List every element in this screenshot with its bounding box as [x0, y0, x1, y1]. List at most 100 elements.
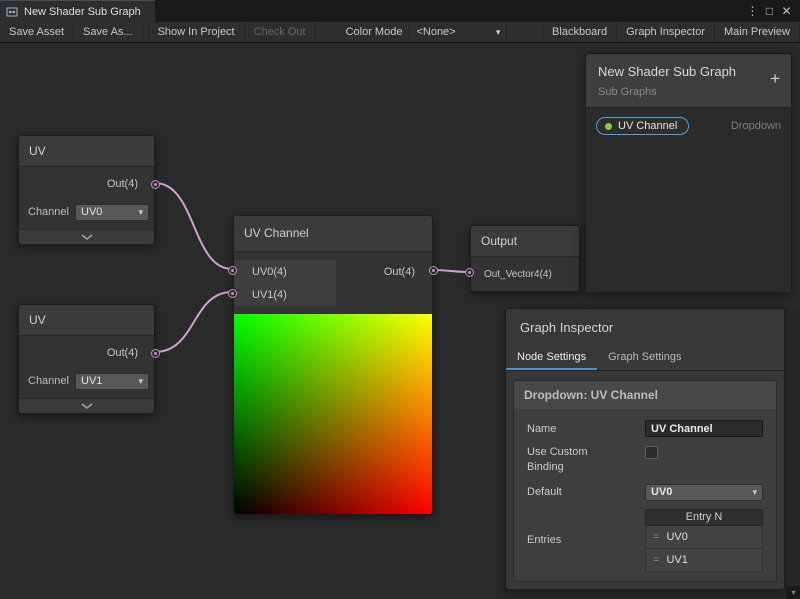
entries-label: Entries [527, 534, 645, 546]
drag-handle-icon[interactable]: = [653, 554, 659, 566]
collapse-button[interactable] [19, 229, 154, 244]
maximize-icon[interactable]: □ [761, 4, 778, 18]
input-row: UV0(4) [234, 260, 336, 283]
tab-bar: New Shader Sub Graph ⋮ □ ✕ [0, 0, 800, 22]
check-out-button: Check Out [245, 22, 316, 42]
custom-binding-field-row: Use Custom Binding [527, 445, 763, 476]
output-port[interactable] [151, 180, 160, 189]
tab-graph-settings[interactable]: Graph Settings [597, 344, 692, 370]
channel-value: UV1 [81, 375, 102, 387]
inspector-tabs: Node Settings Graph Settings [506, 344, 784, 371]
output-row: Out(4) [19, 167, 154, 203]
blackboard-item-row: UV Channel Dropdown [586, 108, 791, 144]
drag-handle-icon[interactable]: = [653, 531, 659, 543]
show-in-project-button[interactable]: Show In Project [148, 22, 245, 42]
use-custom-binding-checkbox[interactable] [645, 446, 658, 459]
node-title[interactable]: UV [19, 305, 154, 336]
scroll-down-button[interactable]: ▾ [787, 586, 800, 599]
graph-inspector-toggle-button[interactable]: Graph Inspector [617, 22, 715, 42]
output-port-label: Out(4) [107, 178, 138, 190]
save-asset-button[interactable]: Save Asset [0, 22, 74, 42]
blackboard-item-uv-channel[interactable]: UV Channel [596, 117, 689, 135]
input-port-label: UV0(4) [252, 266, 287, 278]
color-mode-dropdown[interactable]: <None> ▾ [409, 22, 507, 42]
entry-row[interactable]: = UV1 [645, 549, 763, 572]
input-port[interactable] [465, 268, 474, 277]
exposed-dot-icon [605, 123, 612, 130]
uv-node-top[interactable]: UV Out(4) Channel UV0 ▾ [18, 135, 155, 245]
input-port-label: Out_Vector4(4) [484, 269, 552, 280]
input-row: UV1(4) [234, 283, 336, 306]
inspector-fields: Name UV Channel Use Custom Binding Defau… [514, 409, 776, 582]
close-icon[interactable]: ✕ [778, 4, 795, 18]
uv-node-bottom[interactable]: UV Out(4) Channel UV1 ▾ [18, 304, 155, 414]
default-field-row: Default UV0 ▾ [527, 484, 763, 501]
channel-dropdown[interactable]: UV1 ▾ [75, 373, 149, 390]
channel-dropdown[interactable]: UV0 ▾ [75, 204, 149, 221]
output-port[interactable] [151, 349, 160, 358]
channel-label: Channel [28, 206, 72, 218]
chevron-down-icon: ▾ [496, 28, 501, 37]
add-property-button[interactable]: + [770, 69, 780, 89]
output-port-label: Out(4) [384, 266, 415, 278]
input-column: UV0(4) UV1(4) [234, 260, 336, 306]
default-dropdown[interactable]: UV0 ▾ [645, 484, 763, 501]
tab-node-settings[interactable]: Node Settings [506, 344, 597, 370]
entries-field-row: Entries Entry N = UV0 = UV1 [527, 509, 763, 572]
blackboard-title: New Shader Sub Graph [598, 64, 779, 79]
node-title[interactable]: UV [19, 136, 154, 167]
node-title[interactable]: UV Channel [234, 216, 432, 252]
graph-canvas[interactable]: UV Out(4) Channel UV0 ▾ UV Out(4) [0, 43, 800, 599]
channel-value: UV0 [81, 206, 102, 218]
node-title[interactable]: Output [471, 226, 579, 257]
entry-value: UV0 [666, 531, 687, 543]
blackboard-item-label: UV Channel [618, 120, 677, 132]
edge-uv1[interactable] [155, 292, 232, 352]
use-custom-binding-label: Use Custom Binding [527, 445, 613, 476]
blackboard-subtitle: Sub Graphs [598, 86, 779, 98]
save-as-button[interactable]: Save As... [74, 22, 143, 42]
uv-channel-node[interactable]: UV Channel UV0(4) UV1(4) Out(4) [233, 215, 433, 515]
selected-node-title: Dropdown: UV Channel [514, 381, 776, 409]
inspector-title[interactable]: Graph Inspector [506, 309, 784, 344]
chevron-down-icon: ▾ [138, 208, 143, 217]
input-port-uv0[interactable] [228, 266, 237, 275]
color-mode-value: <None> [416, 26, 455, 38]
graph-inspector-panel: Graph Inspector Node Settings Graph Sett… [505, 308, 785, 590]
blackboard-toggle-button[interactable]: Blackboard [542, 22, 617, 42]
node-preview-gradient [234, 314, 432, 514]
shader-graph-window: New Shader Sub Graph ⋮ □ ✕ Save Asset Sa… [0, 0, 800, 599]
channel-label: Channel [28, 375, 72, 387]
blackboard-panel: New Shader Sub Graph Sub Graphs + UV Cha… [585, 53, 792, 293]
shader-graph-icon [6, 6, 18, 18]
main-preview-toggle-button[interactable]: Main Preview [715, 22, 800, 42]
input-row: Out_Vector4(4) [471, 257, 579, 291]
chevron-down-icon: ▾ [752, 488, 757, 497]
output-port-label: Out(4) [107, 347, 138, 359]
toolbar: Save Asset Save As... Show In Project Ch… [0, 22, 800, 43]
name-field-row: Name UV Channel [527, 420, 763, 437]
input-port-uv1[interactable] [228, 289, 237, 298]
default-value: UV0 [651, 486, 672, 498]
tab-title: New Shader Sub Graph [24, 6, 141, 18]
edge-out[interactable] [433, 270, 469, 272]
collapse-chevron-icon [81, 403, 93, 409]
menu-icon[interactable]: ⋮ [744, 4, 761, 18]
toolbar-spacer [507, 22, 542, 42]
vertical-scrollbar[interactable]: ▾ [786, 308, 800, 599]
output-node[interactable]: Output Out_Vector4(4) [470, 225, 580, 292]
name-input[interactable]: UV Channel [645, 420, 763, 437]
document-tab[interactable]: New Shader Sub Graph [0, 0, 155, 22]
edge-uv0[interactable] [155, 183, 232, 269]
blackboard-header[interactable]: New Shader Sub Graph Sub Graphs + [586, 54, 791, 108]
collapse-button[interactable] [19, 398, 154, 413]
entries-list: Entry N = UV0 = UV1 [645, 509, 763, 572]
default-label: Default [527, 486, 645, 498]
input-port-label: UV1(4) [252, 289, 287, 301]
entry-row[interactable]: = UV0 [645, 526, 763, 549]
output-column: Out(4) [384, 260, 432, 283]
node-settings-box: Dropdown: UV Channel Name UV Channel Use… [513, 380, 777, 582]
node-io: UV0(4) UV1(4) Out(4) [234, 252, 432, 314]
window-controls: ⋮ □ ✕ [744, 0, 800, 22]
output-port[interactable] [429, 266, 438, 275]
